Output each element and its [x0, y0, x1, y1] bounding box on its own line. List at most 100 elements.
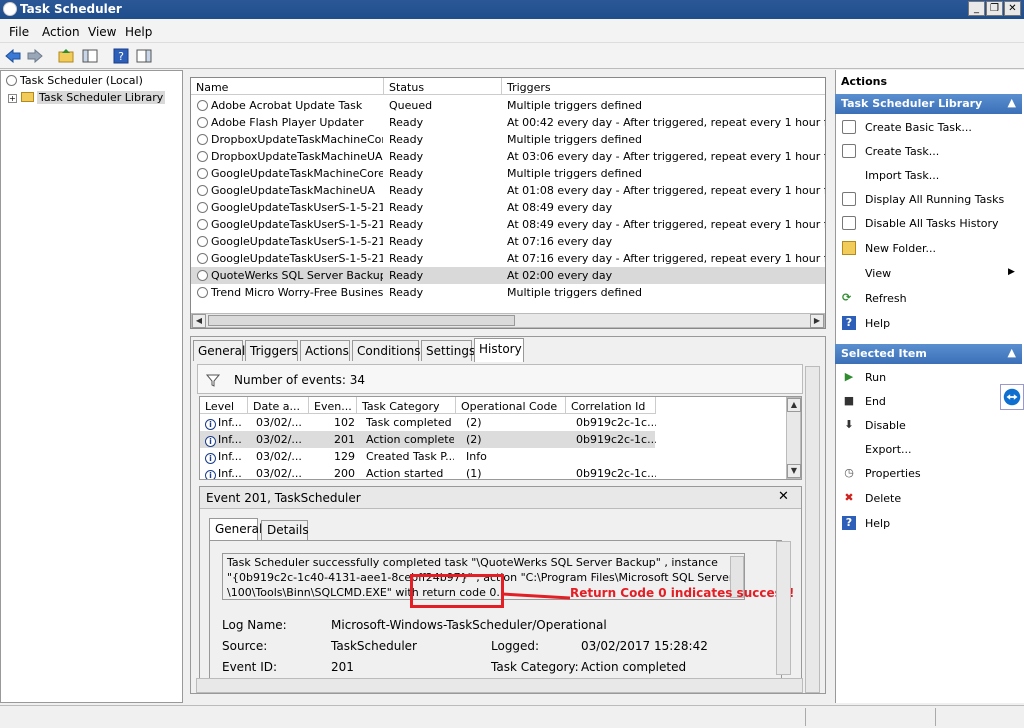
clock-icon: [197, 202, 208, 213]
column-header-status[interactable]: Status: [384, 78, 502, 95]
filter-icon[interactable]: [206, 373, 220, 387]
action-help[interactable]: Help: [865, 317, 890, 330]
teamviewer-icon[interactable]: [1000, 384, 1024, 410]
event-date: 03/02/...: [256, 450, 302, 463]
action-properties[interactable]: Properties: [865, 467, 921, 480]
table-row[interactable]: GoogleUpdateTaskUserS-1-5-21... Ready At 0…: [191, 233, 825, 250]
actions-selected-header[interactable]: Selected Item ▲: [835, 344, 1022, 364]
scroll-thumb[interactable]: [208, 315, 515, 326]
event-column-header[interactable]: Task Category: [357, 397, 456, 414]
tree-item-library[interactable]: + Task Scheduler Library: [8, 91, 166, 104]
table-row[interactable]: Adobe Acrobat Update Task Queued Multiple …: [191, 97, 825, 114]
up-folder-icon[interactable]: [57, 47, 75, 65]
event-row[interactable]: i Inf... 03/02/... 201 Action completed (2) 0b…: [200, 431, 790, 448]
actions-title: Actions: [841, 75, 887, 88]
action-run[interactable]: Run: [865, 371, 886, 384]
action-create-task[interactable]: Create Task...: [865, 145, 939, 158]
action-create-basic-task[interactable]: Create Basic Task...: [865, 121, 972, 134]
menu-action[interactable]: Action: [42, 25, 80, 39]
logged-label: Logged:: [491, 639, 540, 653]
show-hide-console-tree-icon[interactable]: [81, 47, 99, 65]
close-button[interactable]: ✕: [1004, 1, 1021, 16]
column-header-name[interactable]: Name: [191, 78, 384, 95]
tab-history[interactable]: History: [474, 338, 524, 362]
expand-icon[interactable]: +: [8, 94, 17, 103]
task-triggers: Multiple triggers defined: [507, 133, 642, 146]
tab-general[interactable]: General: [193, 340, 245, 361]
close-icon[interactable]: ✕: [778, 489, 789, 504]
event-row[interactable]: i Inf... 03/02/... 129 Created Task P... Info: [200, 448, 790, 465]
event-column-header[interactable]: Correlation Id: [566, 397, 656, 414]
table-row[interactable]: GoogleUpdateTaskUserS-1-5-21... Ready At 0…: [191, 199, 825, 216]
event-column-header[interactable]: Operational Code: [456, 397, 566, 414]
table-row[interactable]: Trend Micro Worry-Free Busines... Ready Mu…: [191, 284, 825, 301]
scroll-right-icon[interactable]: ▶: [810, 314, 824, 328]
action-disable-all-tasks-history[interactable]: Disable All Tasks History: [865, 217, 999, 230]
actions-library-header[interactable]: Task Scheduler Library ▲: [835, 94, 1022, 114]
action-disable[interactable]: Disable: [865, 419, 906, 432]
event-general-vscrollbar[interactable]: [776, 541, 791, 675]
tab-conditions[interactable]: Conditions: [352, 340, 421, 361]
tab-event-details[interactable]: Details: [261, 520, 309, 540]
event-column-header[interactable]: Level: [200, 397, 248, 414]
table-row[interactable]: GoogleUpdateTaskUserS-1-5-21... Ready At 0…: [191, 216, 825, 233]
toolbar: ?: [0, 43, 1024, 69]
scroll-up-icon[interactable]: ▲: [787, 398, 801, 412]
action-export[interactable]: Export...: [865, 443, 912, 456]
event-row[interactable]: i Inf... 03/02/... 102 Task completed (2) 0b91…: [200, 414, 790, 431]
table-row[interactable]: Adobe Flash Player Updater Ready At 00:42 …: [191, 114, 825, 131]
scroll-left-icon[interactable]: ◀: [192, 314, 206, 328]
annotation-highlight-box: [410, 574, 504, 608]
minimize-button[interactable]: _: [968, 1, 985, 16]
action-import-task[interactable]: Import Task...: [865, 169, 939, 182]
tree-root[interactable]: Task Scheduler (Local): [6, 74, 143, 87]
help-icon[interactable]: ?: [112, 47, 130, 65]
task-name: GoogleUpdateTaskUserS-1-5-21...: [197, 252, 383, 265]
event-level: i Inf...: [205, 450, 249, 464]
event-row[interactable]: i Inf... 03/02/... 200 Action started (1) 0b91…: [200, 465, 790, 479]
menu-file[interactable]: File: [9, 25, 29, 39]
menu-help[interactable]: Help: [125, 25, 152, 39]
action-help[interactable]: Help: [865, 517, 890, 530]
event-detail-hscrollbar[interactable]: [196, 678, 803, 693]
action-refresh[interactable]: Refresh: [865, 292, 907, 305]
action-view[interactable]: View: [865, 267, 891, 280]
action-end[interactable]: End: [865, 395, 886, 408]
action-display-all-running-tasks[interactable]: Display All Running Tasks: [865, 193, 1004, 206]
task-triggers: Multiple triggers defined: [507, 99, 642, 112]
tab-settings[interactable]: Settings: [421, 340, 475, 361]
properties-icon: ◷: [844, 466, 854, 479]
event-date: 03/02/...: [256, 416, 302, 429]
collapse-up-icon[interactable]: ▲: [1008, 96, 1016, 109]
forward-arrow-icon[interactable]: [26, 47, 44, 65]
event-column-header[interactable]: Date a...: [248, 397, 309, 414]
restore-button[interactable]: ❐: [986, 1, 1003, 16]
task-triggers: Multiple triggers defined: [507, 286, 642, 299]
event-category: Created Task P...: [366, 450, 454, 463]
column-header-triggers[interactable]: Triggers: [502, 78, 825, 95]
action-delete[interactable]: Delete: [865, 492, 901, 505]
task-status: Ready: [389, 269, 424, 282]
back-arrow-icon[interactable]: [4, 47, 22, 65]
scroll-down-icon[interactable]: ▼: [787, 464, 801, 478]
tab-actions[interactable]: Actions: [300, 340, 350, 361]
menu-view[interactable]: View: [88, 25, 116, 39]
create-basic-task-icon: [842, 120, 856, 134]
tab-triggers[interactable]: Triggers: [245, 340, 298, 361]
event-column-header[interactable]: Even...: [309, 397, 357, 414]
tab-event-general[interactable]: General: [209, 518, 262, 540]
task-status: Ready: [389, 150, 424, 163]
table-row[interactable]: DropboxUpdateTaskMachineCore Ready Multipl…: [191, 131, 825, 148]
collapse-up-icon[interactable]: ▲: [1008, 346, 1016, 359]
clock-icon: [197, 287, 208, 298]
table-row[interactable]: GoogleUpdateTaskMachineCore Ready Multiple…: [191, 165, 825, 182]
action-new-folder[interactable]: New Folder...: [865, 242, 936, 255]
pane-vscrollbar[interactable]: [805, 366, 820, 693]
table-row[interactable]: QuoteWerks SQL Server Backup Ready At 02:0…: [191, 267, 825, 284]
table-row[interactable]: GoogleUpdateTaskMachineUA Ready At 01:08 e…: [191, 182, 825, 199]
table-row[interactable]: DropboxUpdateTaskMachineUA Ready At 03:06 …: [191, 148, 825, 165]
window-title: Task Scheduler: [20, 2, 122, 16]
show-hide-action-pane-icon[interactable]: [135, 47, 153, 65]
table-row[interactable]: GoogleUpdateTaskUserS-1-5-21... Ready At 0…: [191, 250, 825, 267]
task-name: DropboxUpdateTaskMachineCore: [197, 133, 383, 146]
